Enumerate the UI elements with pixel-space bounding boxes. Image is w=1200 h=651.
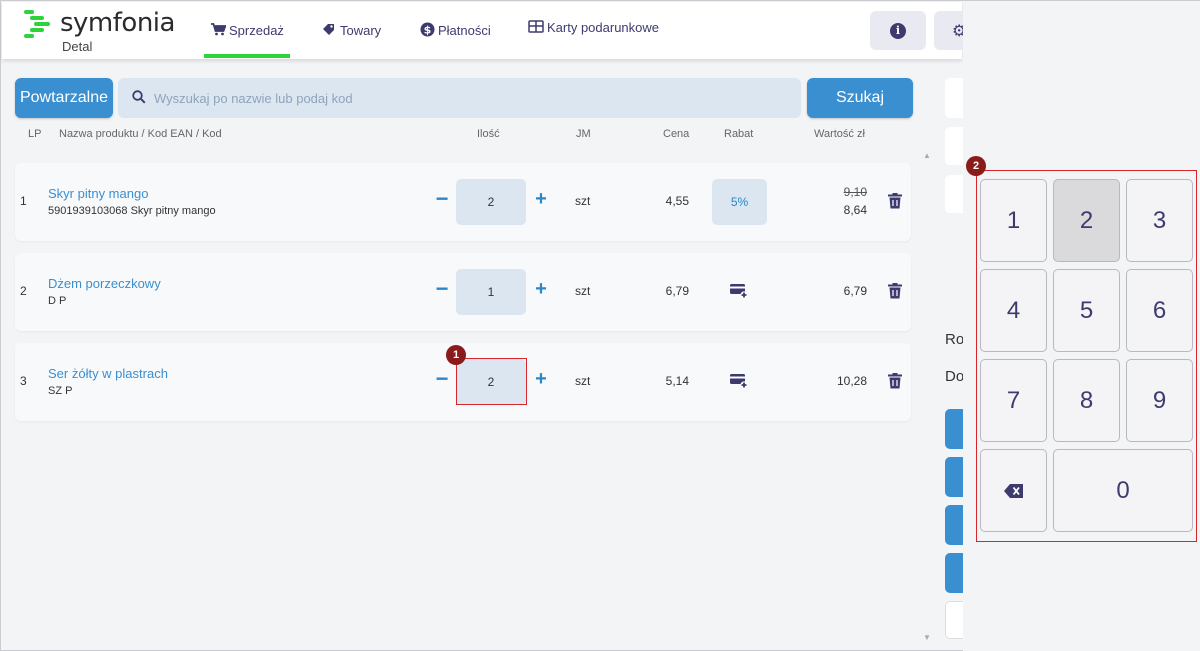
tab-platnosci[interactable]: $ Płatności	[420, 2, 491, 59]
svg-text:$: $	[424, 23, 432, 36]
increase-qty-button[interactable]: +	[532, 279, 550, 299]
annotation-badge-2: 2	[966, 156, 986, 176]
key-1[interactable]: 1	[980, 179, 1047, 262]
table-row: 1 Skyr pitny mango 5901939103068 Skyr pi…	[15, 163, 911, 241]
unit: szt	[575, 284, 591, 298]
tab-karty-podarunkowe[interactable]: Karty podarunkowe	[528, 0, 659, 56]
key-7[interactable]: 7	[980, 359, 1047, 442]
key-4[interactable]: 4	[980, 269, 1047, 352]
value-before-discount: 9,10	[843, 185, 867, 199]
brand-name: symfonia	[60, 8, 175, 38]
col-name: Nazwa produktu / Kod EAN / Kod	[59, 128, 222, 140]
product-name: Detal	[62, 39, 93, 54]
tab-towary[interactable]: Towary	[322, 2, 381, 59]
table-row: 2 Dżem porzeczkowy D P − + szt 6,79 6,79	[15, 253, 911, 331]
top-header: symfonia Detal Sprzedaż Towary $ Płatnoś…	[2, 0, 966, 59]
key-5[interactable]: 5	[1053, 269, 1120, 352]
product-code: SZ P	[48, 385, 73, 397]
side-action-button[interactable]	[945, 601, 965, 639]
backspace-key[interactable]	[980, 449, 1047, 532]
decrease-qty-button[interactable]: −	[433, 188, 451, 210]
col-qty: Ilość	[477, 128, 500, 140]
app-window: symfonia Detal Sprzedaż Towary $ Płatnoś…	[0, 0, 1200, 651]
col-value: Wartość zł	[814, 128, 865, 140]
search-input[interactable]	[154, 78, 794, 118]
value: 10,28	[836, 374, 867, 388]
symfonia-logo-icon	[24, 10, 52, 38]
key-3[interactable]: 3	[1126, 179, 1193, 262]
logo: symfonia Detal	[24, 8, 184, 56]
side-field	[945, 175, 965, 213]
unit: szt	[575, 374, 591, 388]
unit: szt	[575, 194, 591, 208]
add-discount-icon[interactable]	[730, 373, 748, 389]
tab-sprzedaz[interactable]: Sprzedaż	[211, 2, 284, 59]
search-bar	[118, 78, 801, 118]
backspace-icon	[1003, 483, 1023, 498]
quantity-input[interactable]	[456, 179, 526, 225]
product-code: 5901939103068 Skyr pitny mango	[48, 205, 216, 217]
side-action-button[interactable]	[945, 505, 965, 545]
search-button[interactable]: Szukaj	[807, 78, 913, 118]
info-button[interactable]: i	[870, 11, 926, 50]
tab-label: Karty podarunkowe	[547, 20, 660, 35]
quantity-highlight	[456, 358, 527, 405]
tab-label: Sprzedaż	[229, 23, 284, 38]
increase-qty-button[interactable]: +	[532, 369, 550, 389]
scroll-up-arrow[interactable]: ▲	[923, 151, 931, 160]
summary-label: Do	[945, 368, 965, 385]
quantity-input[interactable]	[456, 269, 526, 315]
trash-icon[interactable]	[888, 193, 902, 209]
product-name-link[interactable]: Ser żółty w plastrach	[48, 366, 168, 381]
tag-icon	[322, 23, 337, 39]
trash-icon[interactable]	[888, 373, 902, 389]
product-name-link[interactable]: Skyr pitny mango	[48, 186, 148, 201]
price: 6,79	[665, 284, 689, 298]
dollar-icon: $	[420, 22, 435, 40]
side-action-button[interactable]	[945, 457, 965, 497]
summary-label: Ro	[945, 331, 965, 348]
increase-qty-button[interactable]: +	[532, 189, 550, 209]
key-8[interactable]: 8	[1053, 359, 1120, 442]
decrease-qty-button[interactable]: −	[433, 368, 451, 390]
key-0[interactable]: 0	[1053, 449, 1193, 532]
key-6[interactable]: 6	[1126, 269, 1193, 352]
scroll-down-arrow[interactable]: ▼	[923, 633, 931, 642]
row-lp: 1	[20, 194, 27, 208]
tab-label: Płatności	[438, 23, 491, 38]
cart-icon	[211, 22, 227, 39]
side-action-button[interactable]	[945, 553, 965, 593]
col-unit: JM	[576, 128, 591, 140]
col-discount: Rabat	[724, 128, 754, 140]
repeatable-button[interactable]: Powtarzalne	[15, 78, 113, 118]
side-field	[945, 78, 965, 118]
key-2[interactable]: 2	[1053, 179, 1120, 262]
settings-button[interactable]: ⚙	[934, 11, 966, 50]
search-icon	[132, 90, 146, 104]
trash-icon[interactable]	[888, 283, 902, 299]
product-code: D P	[48, 295, 67, 307]
col-lp: LP	[28, 128, 42, 140]
discount-button[interactable]: 5%	[712, 179, 767, 225]
product-name-link[interactable]: Dżem porzeczkowy	[48, 276, 161, 291]
value: 8,64	[843, 203, 867, 217]
value: 6,79	[843, 284, 867, 298]
price: 4,55	[665, 194, 689, 208]
row-lp: 3	[20, 374, 27, 388]
col-price: Cena	[663, 128, 690, 140]
decrease-qty-button[interactable]: −	[433, 278, 451, 300]
side-field	[945, 127, 965, 165]
gift-card-icon	[528, 19, 544, 36]
add-discount-icon[interactable]	[730, 283, 748, 299]
tab-label: Towary	[340, 23, 382, 38]
price: 5,14	[665, 374, 689, 388]
annotation-badge-1: 1	[446, 345, 466, 365]
row-lp: 2	[20, 284, 27, 298]
key-9[interactable]: 9	[1126, 359, 1193, 442]
active-tab-indicator	[204, 54, 290, 58]
side-action-button[interactable]	[945, 409, 965, 449]
info-icon: i	[890, 22, 906, 39]
